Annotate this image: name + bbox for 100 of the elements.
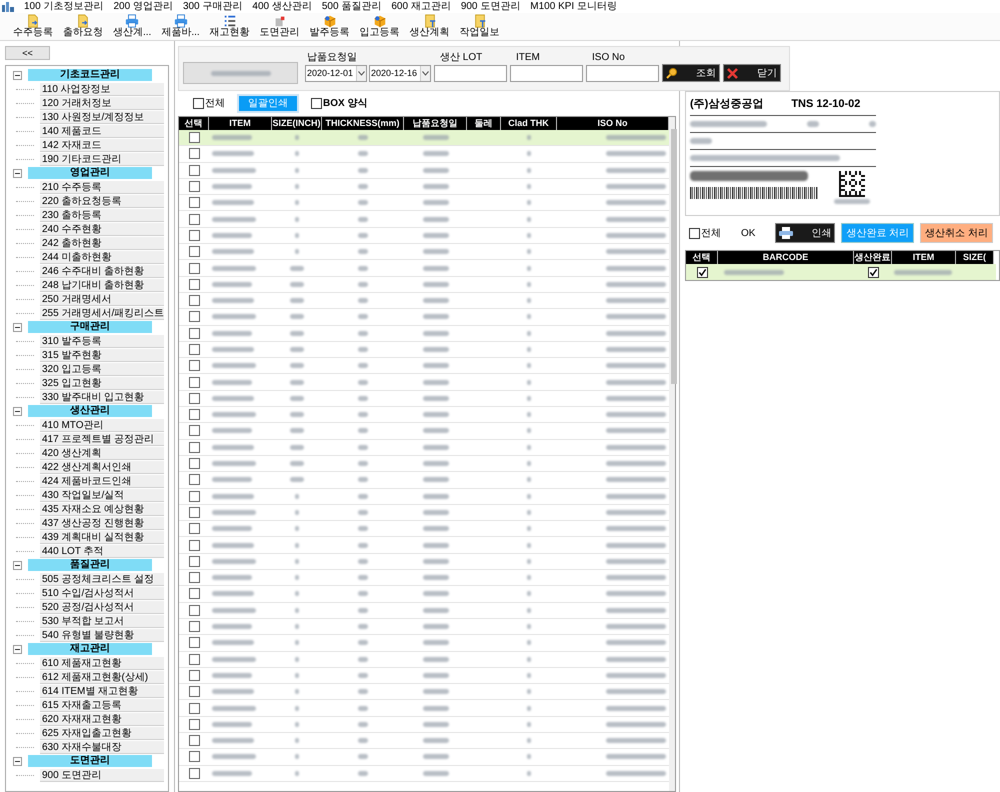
checkbox[interactable] [188, 474, 200, 486]
tree-item[interactable]: 240 수주현황 [40, 222, 164, 236]
tree-item[interactable]: 614 ITEM별 재고현황 [40, 684, 164, 698]
checkbox[interactable] [188, 686, 200, 698]
group-header[interactable]: 품질관리 [28, 559, 152, 571]
checkbox[interactable] [188, 425, 200, 436]
column-header[interactable]: 선택 [179, 117, 209, 130]
tree-item[interactable]: 417 프로젝트별 공정관리 [40, 432, 164, 446]
cancel-button[interactable]: 생산취소 처리 [920, 223, 994, 243]
toolbar-button[interactable]: 출하요청 [60, 12, 106, 38]
tree-item[interactable]: 510 수입/검사성적서 [40, 586, 164, 600]
group-header[interactable]: 도면관리 [28, 755, 152, 767]
checkbox[interactable] [188, 556, 200, 567]
tree-item[interactable]: 630 자재수불대장 [40, 740, 164, 754]
table-row[interactable] [686, 264, 996, 280]
menu-item[interactable]: 600 재고관리 [391, 2, 451, 12]
collapse-icon[interactable] [13, 70, 22, 80]
tree-item[interactable]: 190 기타코드관리 [40, 152, 164, 166]
tree-item[interactable]: 620 자재재고현황 [40, 712, 164, 726]
checkbox[interactable] [188, 604, 200, 616]
checkbox[interactable] [188, 670, 200, 681]
tree-item[interactable]: 625 자재입출고현황 [40, 726, 164, 740]
checkbox[interactable] [188, 654, 200, 665]
group-header[interactable]: 생산관리 [28, 405, 152, 417]
tree-item[interactable]: 310 발주등록 [40, 334, 164, 348]
tree-item[interactable]: 244 미출하현황 [40, 250, 164, 264]
collapse-icon[interactable] [13, 406, 22, 416]
tree-item[interactable]: 210 수주등록 [40, 180, 164, 194]
checkbox[interactable] [188, 718, 200, 730]
checkbox[interactable] [188, 540, 200, 551]
tree-item[interactable]: 230 출하등록 [40, 208, 164, 222]
checkbox[interactable] [696, 266, 708, 278]
tree-item[interactable]: 530 부적합 보고서 [40, 614, 164, 628]
toolbar-button[interactable]: 도면관리 [256, 12, 303, 38]
column-header[interactable]: 선택 [686, 251, 718, 264]
collapse-button[interactable]: << [5, 46, 50, 60]
toolbar-button[interactable]: 발주등록 [306, 12, 353, 38]
collapse-icon[interactable] [13, 168, 22, 178]
tree-item[interactable]: 120 거래처정보 [40, 96, 164, 110]
column-header[interactable]: Clad THK [501, 117, 557, 130]
checkbox[interactable] [193, 98, 204, 108]
checkbox[interactable] [188, 735, 200, 746]
checkbox[interactable] [188, 442, 200, 453]
close-button[interactable]: 닫기 [723, 64, 781, 82]
toolbar-button[interactable]: 생산계획 [406, 12, 453, 38]
checkbox[interactable] [188, 311, 200, 322]
text-field[interactable] [510, 65, 583, 82]
tree-item[interactable]: 615 자재출고등록 [40, 698, 164, 712]
collapse-icon[interactable] [13, 322, 22, 332]
date-field[interactable]: 2020-12-01 [305, 65, 367, 82]
tree-item[interactable]: 437 생산공정 진행현황 [40, 516, 164, 530]
column-header[interactable]: BARCODE [718, 251, 854, 264]
checkbox[interactable] [188, 751, 200, 762]
tree-item[interactable]: 540 유형별 불량현황 [40, 628, 164, 642]
toolbar-button[interactable]: 생산계... [110, 12, 154, 38]
menu-item[interactable]: 400 생산관리 [252, 2, 312, 12]
print-button[interactable]: 인쇄 [775, 223, 836, 243]
column-header[interactable]: ITEM [209, 117, 272, 130]
checkbox[interactable] [188, 637, 200, 648]
checkbox[interactable] [188, 132, 200, 144]
checkbox[interactable] [188, 392, 200, 404]
checkbox[interactable] [188, 360, 200, 372]
tree-item[interactable]: 520 공정/검사성적서 [40, 600, 164, 614]
checkbox[interactable] [188, 506, 200, 518]
checkbox-label[interactable]: 전체 [701, 226, 721, 240]
checkbox[interactable] [188, 768, 200, 779]
checkbox[interactable] [188, 490, 200, 502]
tree-item[interactable]: 422 생산계획서인쇄 [40, 460, 164, 474]
checkbox[interactable] [689, 228, 700, 238]
checkbox-label[interactable]: BOX 양식 [323, 96, 368, 110]
search-button[interactable]: 조회 [662, 64, 720, 82]
tree-item[interactable]: 505 공정체크리스트 설정 [40, 572, 164, 586]
column-header[interactable]: SIZE( [956, 251, 994, 264]
tree-item[interactable]: 610 제품재고현황 [40, 656, 164, 670]
text-field[interactable] [434, 65, 507, 82]
tree-item[interactable]: 430 작업일보/실적 [40, 488, 164, 502]
tree-item[interactable]: 612 제품재고현황(상세) [40, 670, 164, 684]
collapse-icon[interactable] [13, 560, 22, 570]
collapse-icon[interactable] [13, 756, 22, 766]
column-header[interactable]: 납품요청일 [404, 117, 467, 130]
checkbox[interactable] [188, 246, 200, 258]
tree-item[interactable]: 248 납기대비 출하현황 [40, 278, 164, 292]
checkbox[interactable] [188, 523, 200, 534]
checkbox[interactable] [188, 214, 200, 225]
checkbox[interactable] [188, 148, 200, 160]
collapse-icon[interactable] [13, 644, 22, 654]
tree-item[interactable]: 435 자재소요 예상현황 [40, 502, 164, 516]
checkbox[interactable] [188, 409, 200, 420]
tree-item[interactable]: 255 거래명세서/패킹리스트 [40, 306, 164, 320]
checkbox[interactable] [188, 164, 200, 176]
menu-item[interactable]: 100 기초정보관리 [24, 2, 104, 12]
tree-item[interactable]: 420 생산계획 [40, 446, 164, 460]
tree-item[interactable]: 140 제품코드 [40, 124, 164, 138]
toolbar-button[interactable]: 수주등록 [10, 12, 56, 38]
tree-item[interactable]: 142 자재코드 [40, 138, 164, 152]
group-header[interactable]: 구매관리 [28, 321, 152, 333]
menu-item[interactable]: 300 구매관리 [182, 2, 242, 12]
tree-item[interactable]: 110 사업장정보 [40, 82, 164, 96]
toolbar-button[interactable]: 재고현황 [206, 12, 253, 38]
menu-item[interactable]: 900 도면관리 [460, 2, 520, 12]
